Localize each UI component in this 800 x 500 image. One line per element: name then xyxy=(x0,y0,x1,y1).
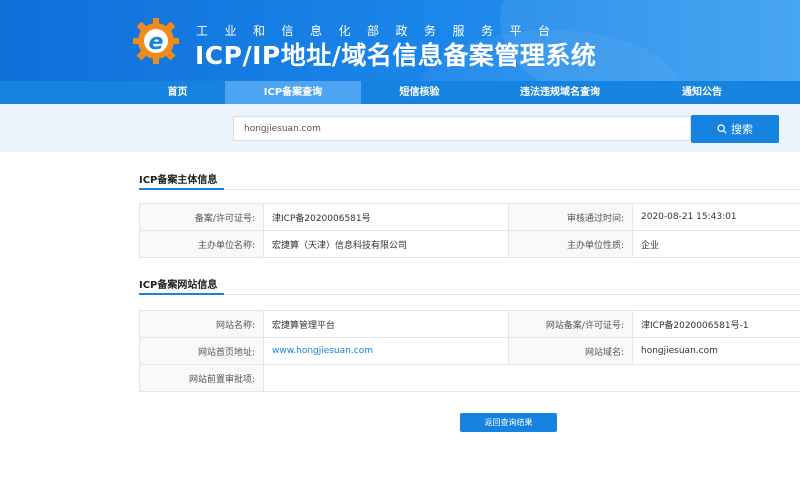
search-band: 搜索 xyxy=(0,104,800,152)
nav-item-icp-query[interactable]: ICP备案查询 xyxy=(225,81,361,104)
organizer-type-label: 主办单位性质: xyxy=(508,230,633,258)
domain-value: hongjiesuan.com xyxy=(632,337,800,365)
search-icon xyxy=(717,124,727,134)
site-name-label: 网站名称: xyxy=(139,310,264,338)
subject-section-title: ICP备案主体信息 xyxy=(139,175,218,186)
gear-logo-icon: e xyxy=(133,18,179,64)
pre-approval-value xyxy=(263,364,800,392)
approval-time-value: 2020-08-21 15:43:01 xyxy=(632,203,800,231)
site-name-value: 宏捷算管理平台 xyxy=(263,310,509,338)
license-label: 备案/许可证号: xyxy=(139,203,264,231)
nav-item-sms-verify[interactable]: 短信核验 xyxy=(361,81,478,104)
table-row: 备案/许可证号: 津ICP备2020006581号 审核通过时间: 2020-0… xyxy=(139,203,800,231)
site-license-label: 网站备案/许可证号: xyxy=(508,310,633,338)
system-title: ICP/IP地址/域名信息备案管理系统 xyxy=(195,41,597,70)
divider xyxy=(139,189,800,190)
approval-time-label: 审核通过时间: xyxy=(508,203,633,231)
domain-label: 网站域名: xyxy=(508,337,633,365)
main-nav: 首页 ICP备案查询 短信核验 违法违规域名查询 通知公告 xyxy=(0,81,800,104)
website-info-table: 网站名称: 宏捷算管理平台 网站备案/许可证号: 津ICP备2020006581… xyxy=(139,310,800,392)
section-underline xyxy=(139,188,224,190)
svg-text:e: e xyxy=(149,30,164,55)
nav-item-notices[interactable]: 通知公告 xyxy=(642,81,762,104)
header-banner: e 工业和信息化部政务服务平台 ICP/IP地址/域名信息备案管理系统 xyxy=(0,0,800,81)
license-value: 津ICP备2020006581号 xyxy=(263,203,509,231)
table-row: 网站首页地址: www.hongjiesuan.com 网站域名: hongji… xyxy=(139,337,800,365)
homepage-url-link[interactable]: www.hongjiesuan.com xyxy=(263,337,509,365)
table-row: 主办单位名称: 宏捷算（天津）信息科技有限公司 主办单位性质: 企业 xyxy=(139,230,800,258)
organizer-name-value: 宏捷算（天津）信息科技有限公司 xyxy=(263,230,509,258)
section-underline xyxy=(139,293,224,295)
pre-approval-label: 网站前置审批项: xyxy=(139,364,264,392)
organizer-type-value: 企业 xyxy=(632,230,800,258)
nav-item-illegal-domain[interactable]: 违法违规域名查询 xyxy=(478,81,642,104)
search-button[interactable]: 搜索 xyxy=(691,115,779,143)
search-button-label: 搜索 xyxy=(731,124,753,136)
subject-info-table: 备案/许可证号: 津ICP备2020006581号 审核通过时间: 2020-0… xyxy=(139,203,800,258)
back-to-results-button[interactable]: 返回查询结果 xyxy=(460,413,557,432)
divider xyxy=(139,294,800,295)
table-row: 网站名称: 宏捷算管理平台 网站备案/许可证号: 津ICP备2020006581… xyxy=(139,310,800,338)
organizer-name-label: 主办单位名称: xyxy=(139,230,264,258)
table-row: 网站前置审批项: xyxy=(139,364,800,392)
site-license-value: 津ICP备2020006581号-1 xyxy=(632,310,800,338)
homepage-url-label: 网站首页地址: xyxy=(139,337,264,365)
nav-item-home[interactable]: 首页 xyxy=(130,81,225,104)
search-input[interactable] xyxy=(233,116,691,141)
website-section-title: ICP备案网站信息 xyxy=(139,280,218,291)
